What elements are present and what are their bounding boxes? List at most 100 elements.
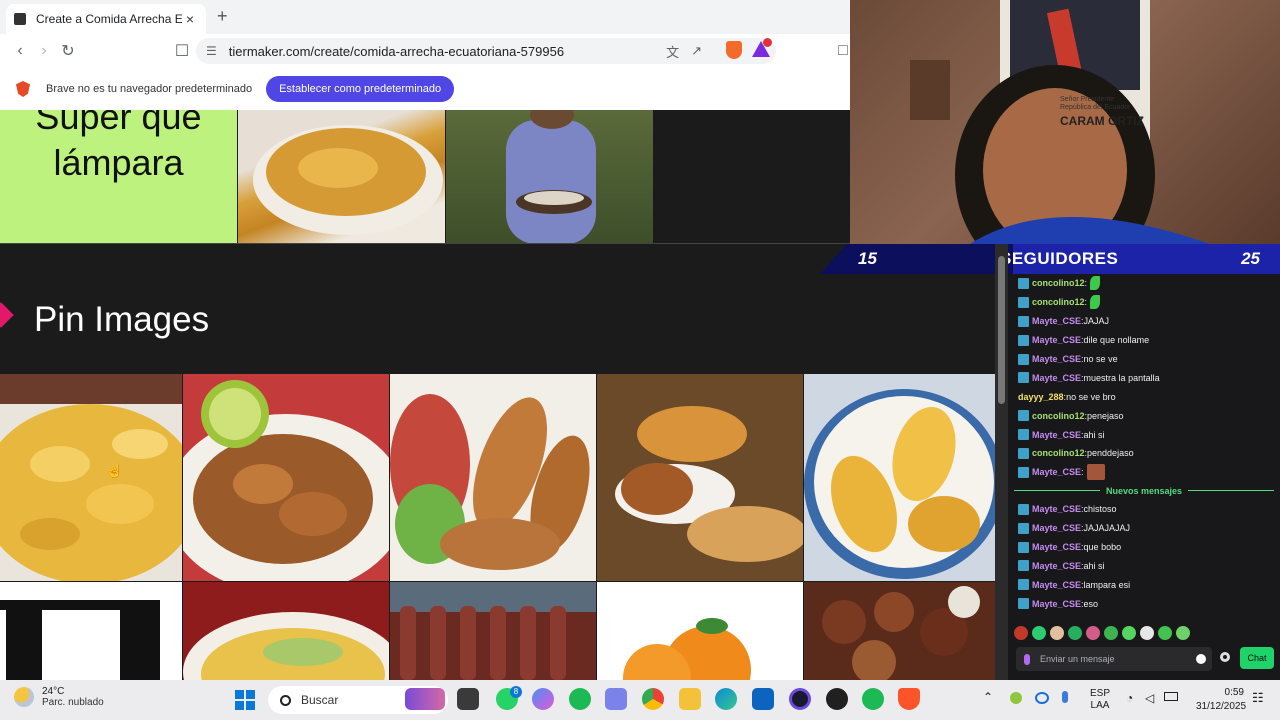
tray-overflow-icon[interactable]: ⌃	[983, 690, 993, 704]
new-tab-button[interactable]: +	[217, 6, 228, 27]
weather-widget[interactable]: 24°C Parc. nublado	[14, 686, 104, 708]
back-arrow-icon[interactable]: ‹	[8, 39, 32, 63]
emote-icon[interactable]	[1032, 626, 1046, 640]
widget-banner-icon[interactable]	[405, 688, 445, 710]
chat-send-button[interactable]: Chat	[1240, 647, 1274, 669]
spotify-app-icon-2[interactable]	[862, 688, 884, 710]
language-indicator[interactable]: ESP LAA	[1090, 688, 1110, 712]
obs-app-icon[interactable]	[789, 688, 811, 710]
chat-username[interactable]: Mayte_CSE	[1032, 467, 1081, 477]
clock-time: 0:59	[1224, 687, 1244, 698]
bookmark-icon[interactable]: ☐	[170, 39, 194, 63]
image-soup[interactable]	[183, 582, 389, 680]
chat-input[interactable]: Enviar un mensaje	[1016, 647, 1212, 671]
wifi-icon[interactable]: ◔	[1126, 691, 1133, 705]
scrollbar-thumb[interactable]	[998, 256, 1005, 404]
chat-username[interactable]: Mayte_CSE	[1032, 373, 1081, 383]
address-bar[interactable]: ☰ tiermaker.com/create/comida-arrecha-ec…	[196, 38, 776, 64]
chat-username[interactable]: dayyy_288	[1018, 392, 1064, 402]
file-explorer-icon[interactable]	[679, 688, 701, 710]
chat-username[interactable]: Mayte_CSE	[1032, 523, 1081, 533]
emoji-icon[interactable]	[1196, 654, 1206, 664]
chat-message: Mayte_CSE: eso	[1008, 594, 1280, 613]
set-default-button[interactable]: Establecer como predeterminado	[266, 76, 455, 102]
image-mandarins[interactable]	[597, 582, 803, 680]
chat-username[interactable]: Mayte_CSE	[1032, 430, 1081, 440]
chat-username[interactable]: concolino12	[1032, 297, 1085, 307]
copilot-app-icon[interactable]	[532, 688, 554, 710]
github-app-icon[interactable]	[826, 688, 848, 710]
chat-username[interactable]: Mayte_CSE	[1032, 504, 1081, 514]
store-app-icon[interactable]	[752, 688, 774, 710]
portrait-caption-1: Señor Presidente	[1060, 96, 1115, 103]
chat-username[interactable]: Mayte_CSE	[1032, 542, 1081, 552]
chat-username[interactable]: Mayte_CSE	[1032, 316, 1081, 326]
chat-username[interactable]: Mayte_CSE	[1032, 580, 1081, 590]
chat-username[interactable]: Mayte_CSE	[1032, 335, 1081, 345]
brave-app-icon[interactable]	[898, 688, 920, 710]
tray-sync-icon[interactable]	[1035, 692, 1049, 704]
image-bolon[interactable]	[390, 374, 596, 581]
stream-chat: concolino12: concolino12: Mayte_CSE: JAJ…	[1008, 274, 1280, 680]
image-empanadas[interactable]	[804, 374, 995, 581]
default-browser-infobar: Brave no es tu navegador predeterminado …	[0, 68, 850, 110]
chat-username[interactable]: concolino12	[1032, 278, 1085, 288]
chat-username[interactable]: concolino12	[1032, 448, 1085, 458]
image-fritada[interactable]	[804, 582, 995, 680]
tier-item-woman-bowl[interactable]	[446, 110, 653, 244]
emote-icon[interactable]	[1014, 626, 1028, 640]
chat-username[interactable]: concolino12	[1032, 411, 1085, 421]
forward-arrow-icon[interactable]: ›	[32, 39, 56, 63]
emote-icon[interactable]	[1104, 626, 1118, 640]
image-tostado[interactable]	[183, 374, 389, 581]
tab-close-icon[interactable]: ×	[182, 11, 198, 27]
taskbar-clock[interactable]: 0:59 31/12/2025	[1196, 686, 1246, 714]
tiermaker-favicon-icon	[14, 13, 26, 25]
notifications-icon[interactable]: ☷	[1252, 690, 1264, 706]
browser-tab[interactable]: Create a Comida Arrecha Ecuatoriana ×	[6, 4, 206, 34]
site-settings-icon[interactable]: ☰	[206, 44, 217, 58]
chat-settings-icon[interactable]	[1220, 652, 1230, 662]
image-sausages[interactable]	[390, 582, 596, 680]
chat-separator: :	[1084, 278, 1088, 289]
tray-app-icon[interactable]	[1010, 692, 1022, 704]
chat-username[interactable]: Mayte_CSE	[1032, 599, 1081, 609]
tier-item-locro[interactable]	[238, 110, 445, 244]
chat-message: concolino12:	[1008, 293, 1280, 312]
teams-app-icon[interactable]	[605, 688, 627, 710]
chrome-app-icon[interactable]	[642, 688, 664, 710]
brave-shields-icon[interactable]	[726, 41, 742, 59]
user-badge-icon	[1018, 334, 1029, 346]
image-cuy[interactable]	[597, 374, 803, 581]
terminal-app-icon[interactable]	[457, 688, 479, 710]
bits-icon[interactable]	[1024, 653, 1030, 665]
share-icon[interactable]: ↗	[691, 43, 702, 59]
emote-icon[interactable]	[1140, 626, 1154, 640]
chat-username[interactable]: Mayte_CSE	[1032, 354, 1081, 364]
emote-icon[interactable]	[1122, 626, 1136, 640]
chat-separator: :	[1084, 297, 1088, 308]
sidebar-icon[interactable]: □	[836, 39, 850, 63]
edge-app-icon[interactable]	[715, 688, 737, 710]
emote-icon[interactable]	[1050, 626, 1064, 640]
chat-message: concolino12: penejaso	[1008, 406, 1280, 425]
microphone-icon[interactable]	[1062, 691, 1068, 703]
chat-username[interactable]: Mayte_CSE	[1032, 561, 1081, 571]
emote-icon[interactable]	[1176, 626, 1190, 640]
emote-icon[interactable]	[1068, 626, 1082, 640]
page-scrollbar[interactable]	[995, 244, 1008, 680]
translate-icon[interactable]: 文	[666, 42, 679, 61]
emote-icon[interactable]	[1086, 626, 1100, 640]
windows-start-icon[interactable]	[235, 690, 255, 710]
portrait-caption: Señor Presidente República del Ecuador C…	[1060, 96, 1144, 128]
letter-shape-2	[120, 600, 160, 680]
chat-message-list[interactable]: concolino12: concolino12: Mayte_CSE: JAJ…	[1008, 274, 1280, 619]
tier-label[interactable]: Súper que lámpara	[0, 110, 237, 244]
image-letter[interactable]	[0, 582, 182, 680]
reload-icon[interactable]: ↻	[56, 39, 80, 63]
image-chifles[interactable]: ☝	[0, 374, 182, 581]
volume-icon[interactable]: ◁	[1145, 691, 1154, 705]
spotify-app-icon[interactable]	[569, 688, 591, 710]
emote-icon[interactable]	[1158, 626, 1172, 640]
battery-icon[interactable]	[1164, 692, 1178, 701]
